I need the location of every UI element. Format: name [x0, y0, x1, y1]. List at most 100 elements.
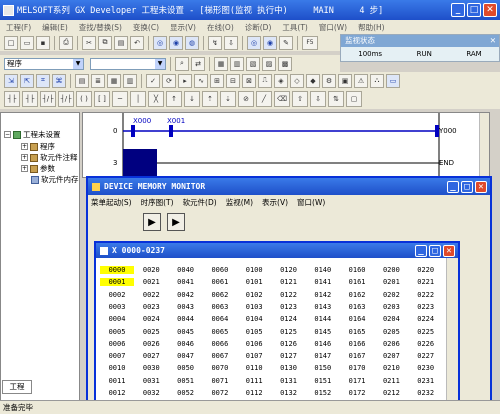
- device-cell[interactable]: 0001: [100, 278, 134, 287]
- note-icon[interactable]: ▨: [262, 56, 276, 71]
- step-run-icon[interactable]: ▸: [178, 73, 192, 88]
- comment-icon[interactable]: ▥: [230, 56, 244, 71]
- list-view-icon[interactable]: ≣: [91, 73, 105, 88]
- close-icon[interactable]: ✕: [490, 35, 496, 47]
- device-cell[interactable]: 0010: [100, 364, 134, 372]
- tree-item-program[interactable]: + 程序: [21, 141, 55, 152]
- device-cell[interactable]: 0162: [340, 291, 374, 299]
- device-cell[interactable]: 0126: [272, 340, 306, 348]
- device-cell[interactable]: 0002: [100, 291, 134, 299]
- menu-diagnostics[interactable]: 诊断(D): [245, 22, 272, 33]
- device-cell[interactable]: 0062: [203, 291, 237, 299]
- draw-line-icon[interactable]: ╱: [256, 91, 272, 107]
- device-cell[interactable]: 0210: [374, 364, 408, 372]
- device-cell[interactable]: 0024: [134, 315, 168, 323]
- statement-icon[interactable]: ▧: [246, 56, 260, 71]
- device-cell[interactable]: 0146: [306, 340, 340, 348]
- dmm-menu-window[interactable]: 窗口(W): [297, 197, 325, 208]
- device-cell[interactable]: 0107: [237, 352, 271, 360]
- device-cell[interactable]: 0046: [169, 340, 203, 348]
- device-cell[interactable]: 0205: [374, 328, 408, 336]
- device-cell[interactable]: 0204: [374, 315, 408, 323]
- copy-icon[interactable]: ⧉: [98, 35, 112, 50]
- device-cell[interactable]: 0125: [272, 328, 306, 336]
- device-cell[interactable]: 0051: [169, 377, 203, 385]
- open-contact-icon[interactable]: ┤├: [4, 91, 20, 107]
- device-list-icon[interactable]: ▥: [123, 73, 137, 88]
- minimize-button[interactable]: _: [451, 3, 465, 17]
- device-cell[interactable]: 0207: [374, 352, 408, 360]
- check-icon[interactable]: ✓: [146, 73, 160, 88]
- read-plc-icon[interactable]: ⇩: [224, 35, 238, 50]
- device-cell[interactable]: 0103: [237, 303, 271, 311]
- device-cell[interactable]: 0044: [169, 315, 203, 323]
- run-monitor-button[interactable]: ▶: [143, 213, 161, 231]
- device-cell[interactable]: 0167: [340, 352, 374, 360]
- device-cell[interactable]: 0140: [306, 266, 340, 274]
- device-cell[interactable]: 0067: [203, 352, 237, 360]
- online-change-icon[interactable]: ⟳: [162, 73, 176, 88]
- menu-view[interactable]: 显示(V): [170, 22, 196, 33]
- device-cell[interactable]: 0227: [409, 352, 443, 360]
- menu-window[interactable]: 窗口(W): [319, 22, 347, 33]
- device-cell[interactable]: 0105: [237, 328, 271, 336]
- device-cell[interactable]: 0031: [134, 377, 168, 385]
- print-icon[interactable]: ⎙: [59, 35, 73, 50]
- device-cell[interactable]: 0165: [340, 328, 374, 336]
- read-mode-icon[interactable]: ⇲: [4, 73, 18, 88]
- find-device-icon[interactable]: ◉: [169, 35, 183, 50]
- tab-project[interactable]: 工程: [2, 380, 32, 394]
- device-cell[interactable]: 0027: [134, 352, 168, 360]
- find-icon[interactable]: ◎: [153, 35, 167, 50]
- tree-item-parameter[interactable]: + 参数: [21, 163, 55, 174]
- device-cell[interactable]: 0050: [169, 364, 203, 372]
- device-cell[interactable]: 0061: [203, 278, 237, 286]
- device-cell[interactable]: 0122: [272, 291, 306, 299]
- device-cell[interactable]: 0026: [134, 340, 168, 348]
- device-cell[interactable]: 0202: [374, 291, 408, 299]
- ladder-logic-test-icon[interactable]: ◆: [306, 73, 320, 88]
- monitor-start-icon[interactable]: ◎: [247, 35, 261, 50]
- minimize-button[interactable]: _: [447, 180, 459, 193]
- device-cell[interactable]: 0072: [203, 389, 237, 397]
- device-cell[interactable]: 0151: [306, 377, 340, 385]
- device-cell[interactable]: 0222: [409, 291, 443, 299]
- device-cell[interactable]: 0145: [306, 328, 340, 336]
- device-cell[interactable]: 0230: [409, 364, 443, 372]
- device-cell[interactable]: 0170: [340, 364, 374, 372]
- device-cell[interactable]: 0042: [169, 291, 203, 299]
- device-cell[interactable]: 0012: [100, 389, 134, 397]
- sampling-icon[interactable]: ∿: [194, 73, 208, 88]
- parallel-rising-icon[interactable]: ⇡: [202, 91, 218, 107]
- delete-line-icon[interactable]: ╳: [148, 91, 164, 107]
- device-cell[interactable]: 0063: [203, 303, 237, 311]
- device-cell[interactable]: 0045: [169, 328, 203, 336]
- block-icon[interactable]: ▢: [346, 91, 362, 107]
- device-cell[interactable]: 0110: [237, 364, 271, 372]
- device-cell[interactable]: 0040: [169, 266, 203, 274]
- device-cell[interactable]: 0160: [340, 266, 374, 274]
- maximize-button[interactable]: □: [429, 244, 441, 257]
- program-select[interactable]: 程序 ▼: [4, 57, 84, 70]
- device-cell[interactable]: 0003: [100, 303, 134, 311]
- device-cell[interactable]: 0220: [409, 266, 443, 274]
- rising-edge-icon[interactable]: ↑: [166, 91, 182, 107]
- write-mode-icon[interactable]: ⇱: [20, 73, 34, 88]
- device-cell[interactable]: 0132: [272, 389, 306, 397]
- device-cell[interactable]: 0124: [272, 315, 306, 323]
- device-cell[interactable]: 0232: [409, 389, 443, 397]
- device-cell[interactable]: 0030: [134, 364, 168, 372]
- device-cell[interactable]: 0206: [374, 340, 408, 348]
- maximize-button[interactable]: □: [467, 3, 481, 17]
- dmm-menu-timing[interactable]: 时序图(T): [141, 197, 174, 208]
- device-cell[interactable]: 0144: [306, 315, 340, 323]
- device-cell[interactable]: 0163: [340, 303, 374, 311]
- operation-result-up-icon[interactable]: ⇧: [292, 91, 308, 107]
- menu-edit[interactable]: 编辑(E): [42, 22, 68, 33]
- dmm-menu-monitor[interactable]: 监视(M): [226, 197, 253, 208]
- timing-chart-icon[interactable]: ⎍: [258, 73, 272, 88]
- device-cell[interactable]: 0023: [134, 303, 168, 311]
- dmm-menu-start[interactable]: 菜单起动(S): [91, 197, 132, 208]
- device-cell[interactable]: 0043: [169, 303, 203, 311]
- monitor-mode-icon[interactable]: ⌗: [36, 73, 50, 88]
